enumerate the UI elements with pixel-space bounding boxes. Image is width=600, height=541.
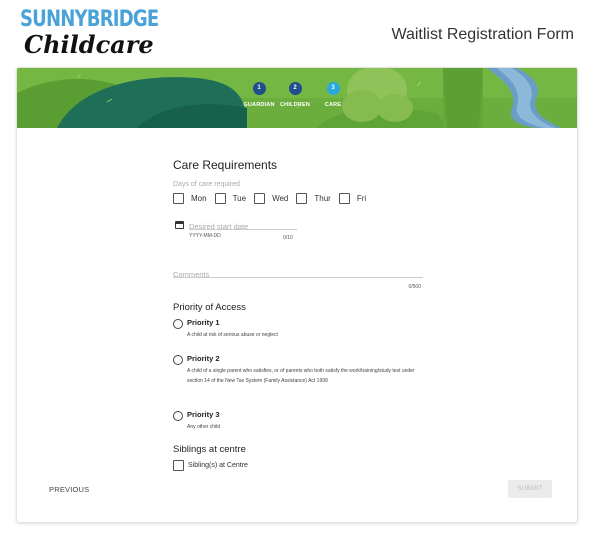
step-number: 2	[288, 82, 302, 95]
step-number: 1	[252, 82, 266, 95]
hero-banner: 1 GUARDIAN 2 CHILDREN 3 CARE	[17, 68, 577, 128]
priority-desc: A child of a single parent who satisfies…	[187, 368, 415, 384]
siblings-label: Sibling(s) at Centre	[188, 462, 248, 469]
day-mon[interactable]: Mon	[173, 193, 207, 204]
step-label: CARE	[324, 102, 342, 108]
checkbox-thur[interactable]	[296, 193, 308, 204]
comments-placeholder: Comments	[173, 270, 210, 279]
step-care[interactable]: 3 CARE	[313, 82, 353, 108]
day-label: Mon	[191, 194, 207, 203]
date-char-count: 0/10	[283, 235, 293, 241]
priority-title: Priority 2	[187, 354, 220, 363]
previous-button[interactable]: PREVIOUS	[49, 485, 89, 494]
day-label: Thur	[314, 194, 331, 203]
page-title: Waitlist Registration Form	[391, 26, 574, 43]
priority-option-3[interactable]: Priority 3 Any other child	[173, 410, 423, 440]
checkbox-fri[interactable]	[338, 193, 350, 204]
comments-char-count: 0/500	[408, 284, 421, 290]
priority-title: Priority 1	[187, 318, 220, 327]
care-requirements-section: Care Requirements Days of care required …	[173, 158, 423, 471]
siblings-option[interactable]: Sibling(s) at Centre	[173, 460, 248, 471]
priority-desc: Any other child	[187, 424, 221, 430]
submit-button[interactable]: SUBMIT	[508, 480, 552, 498]
logo-bottom-text: Childcare	[24, 30, 154, 59]
step-label: CHILDREN	[279, 102, 311, 108]
start-date-input[interactable]: Desired start date	[189, 216, 297, 231]
day-tue[interactable]: Tue	[214, 193, 247, 204]
calendar-icon[interactable]	[175, 221, 184, 229]
section-title: Care Requirements	[173, 158, 278, 172]
radio-priority-2[interactable]	[173, 355, 183, 365]
checkbox-wed[interactable]	[254, 193, 266, 204]
priority-option-2[interactable]: Priority 2 A child of a single parent wh…	[173, 354, 423, 404]
radio-priority-1[interactable]	[173, 319, 183, 329]
day-fri[interactable]: Fri	[338, 193, 367, 204]
step-label: GUARDIAN	[243, 102, 275, 108]
priority-desc: A child at risk of serious abuse or negl…	[187, 332, 278, 338]
day-thur[interactable]: Thur	[296, 193, 331, 204]
checkbox-mon[interactable]	[173, 193, 184, 204]
siblings-section-title: Siblings at centre	[173, 444, 246, 455]
logo-top-text: SUNNYBRIDGE	[20, 7, 159, 32]
start-date-placeholder: Desired start date	[189, 222, 249, 231]
step-children[interactable]: 2 CHILDREN	[275, 82, 315, 108]
day-wed[interactable]: Wed	[254, 193, 288, 204]
header: SUNNYBRIDGE Childcare Waitlist Registrat…	[0, 0, 600, 66]
form-card: 1 GUARDIAN 2 CHILDREN 3 CARE Care Requir…	[16, 67, 578, 523]
day-label: Fri	[356, 194, 367, 203]
checkbox-siblings[interactable]	[173, 460, 184, 471]
step-guardian[interactable]: 1 GUARDIAN	[239, 82, 279, 108]
day-label: Wed	[272, 194, 289, 203]
radio-priority-3[interactable]	[173, 411, 183, 421]
comments-input[interactable]: Comments	[173, 264, 423, 279]
step-number: 3	[326, 82, 340, 95]
progress-stepper: 1 GUARDIAN 2 CHILDREN 3 CARE	[17, 82, 577, 122]
priority-section-title: Priority of Access	[173, 302, 246, 313]
priority-title: Priority 3	[187, 410, 220, 419]
checkbox-tue[interactable]	[214, 193, 226, 204]
priority-option-1[interactable]: Priority 1 A child at risk of serious ab…	[173, 318, 423, 348]
day-label: Tue	[232, 194, 247, 203]
days-label: Days of care required	[173, 181, 240, 188]
sunnybridge-logo[interactable]: SUNNYBRIDGE Childcare	[20, 8, 189, 58]
date-format-hint: YYYY-MM-DD	[189, 233, 221, 239]
days-checkbox-group: Mon Tue Wed Thur Fri	[173, 193, 423, 204]
